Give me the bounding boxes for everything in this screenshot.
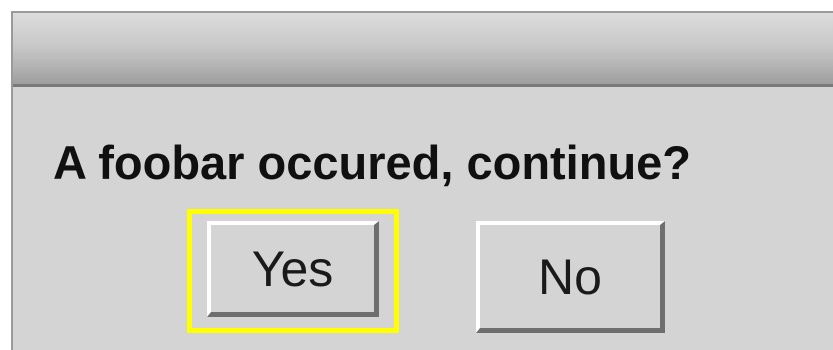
confirm-dialog: A foobar occured, continue? Yes No	[11, 11, 833, 350]
no-button-label: No	[538, 248, 602, 305]
dialog-message: A foobar occured, continue?	[53, 136, 692, 189]
dialog-titlebar[interactable]	[13, 13, 833, 87]
no-button[interactable]: No	[476, 221, 665, 333]
yes-button[interactable]: Yes	[207, 221, 379, 317]
yes-button-label: Yes	[251, 240, 334, 297]
